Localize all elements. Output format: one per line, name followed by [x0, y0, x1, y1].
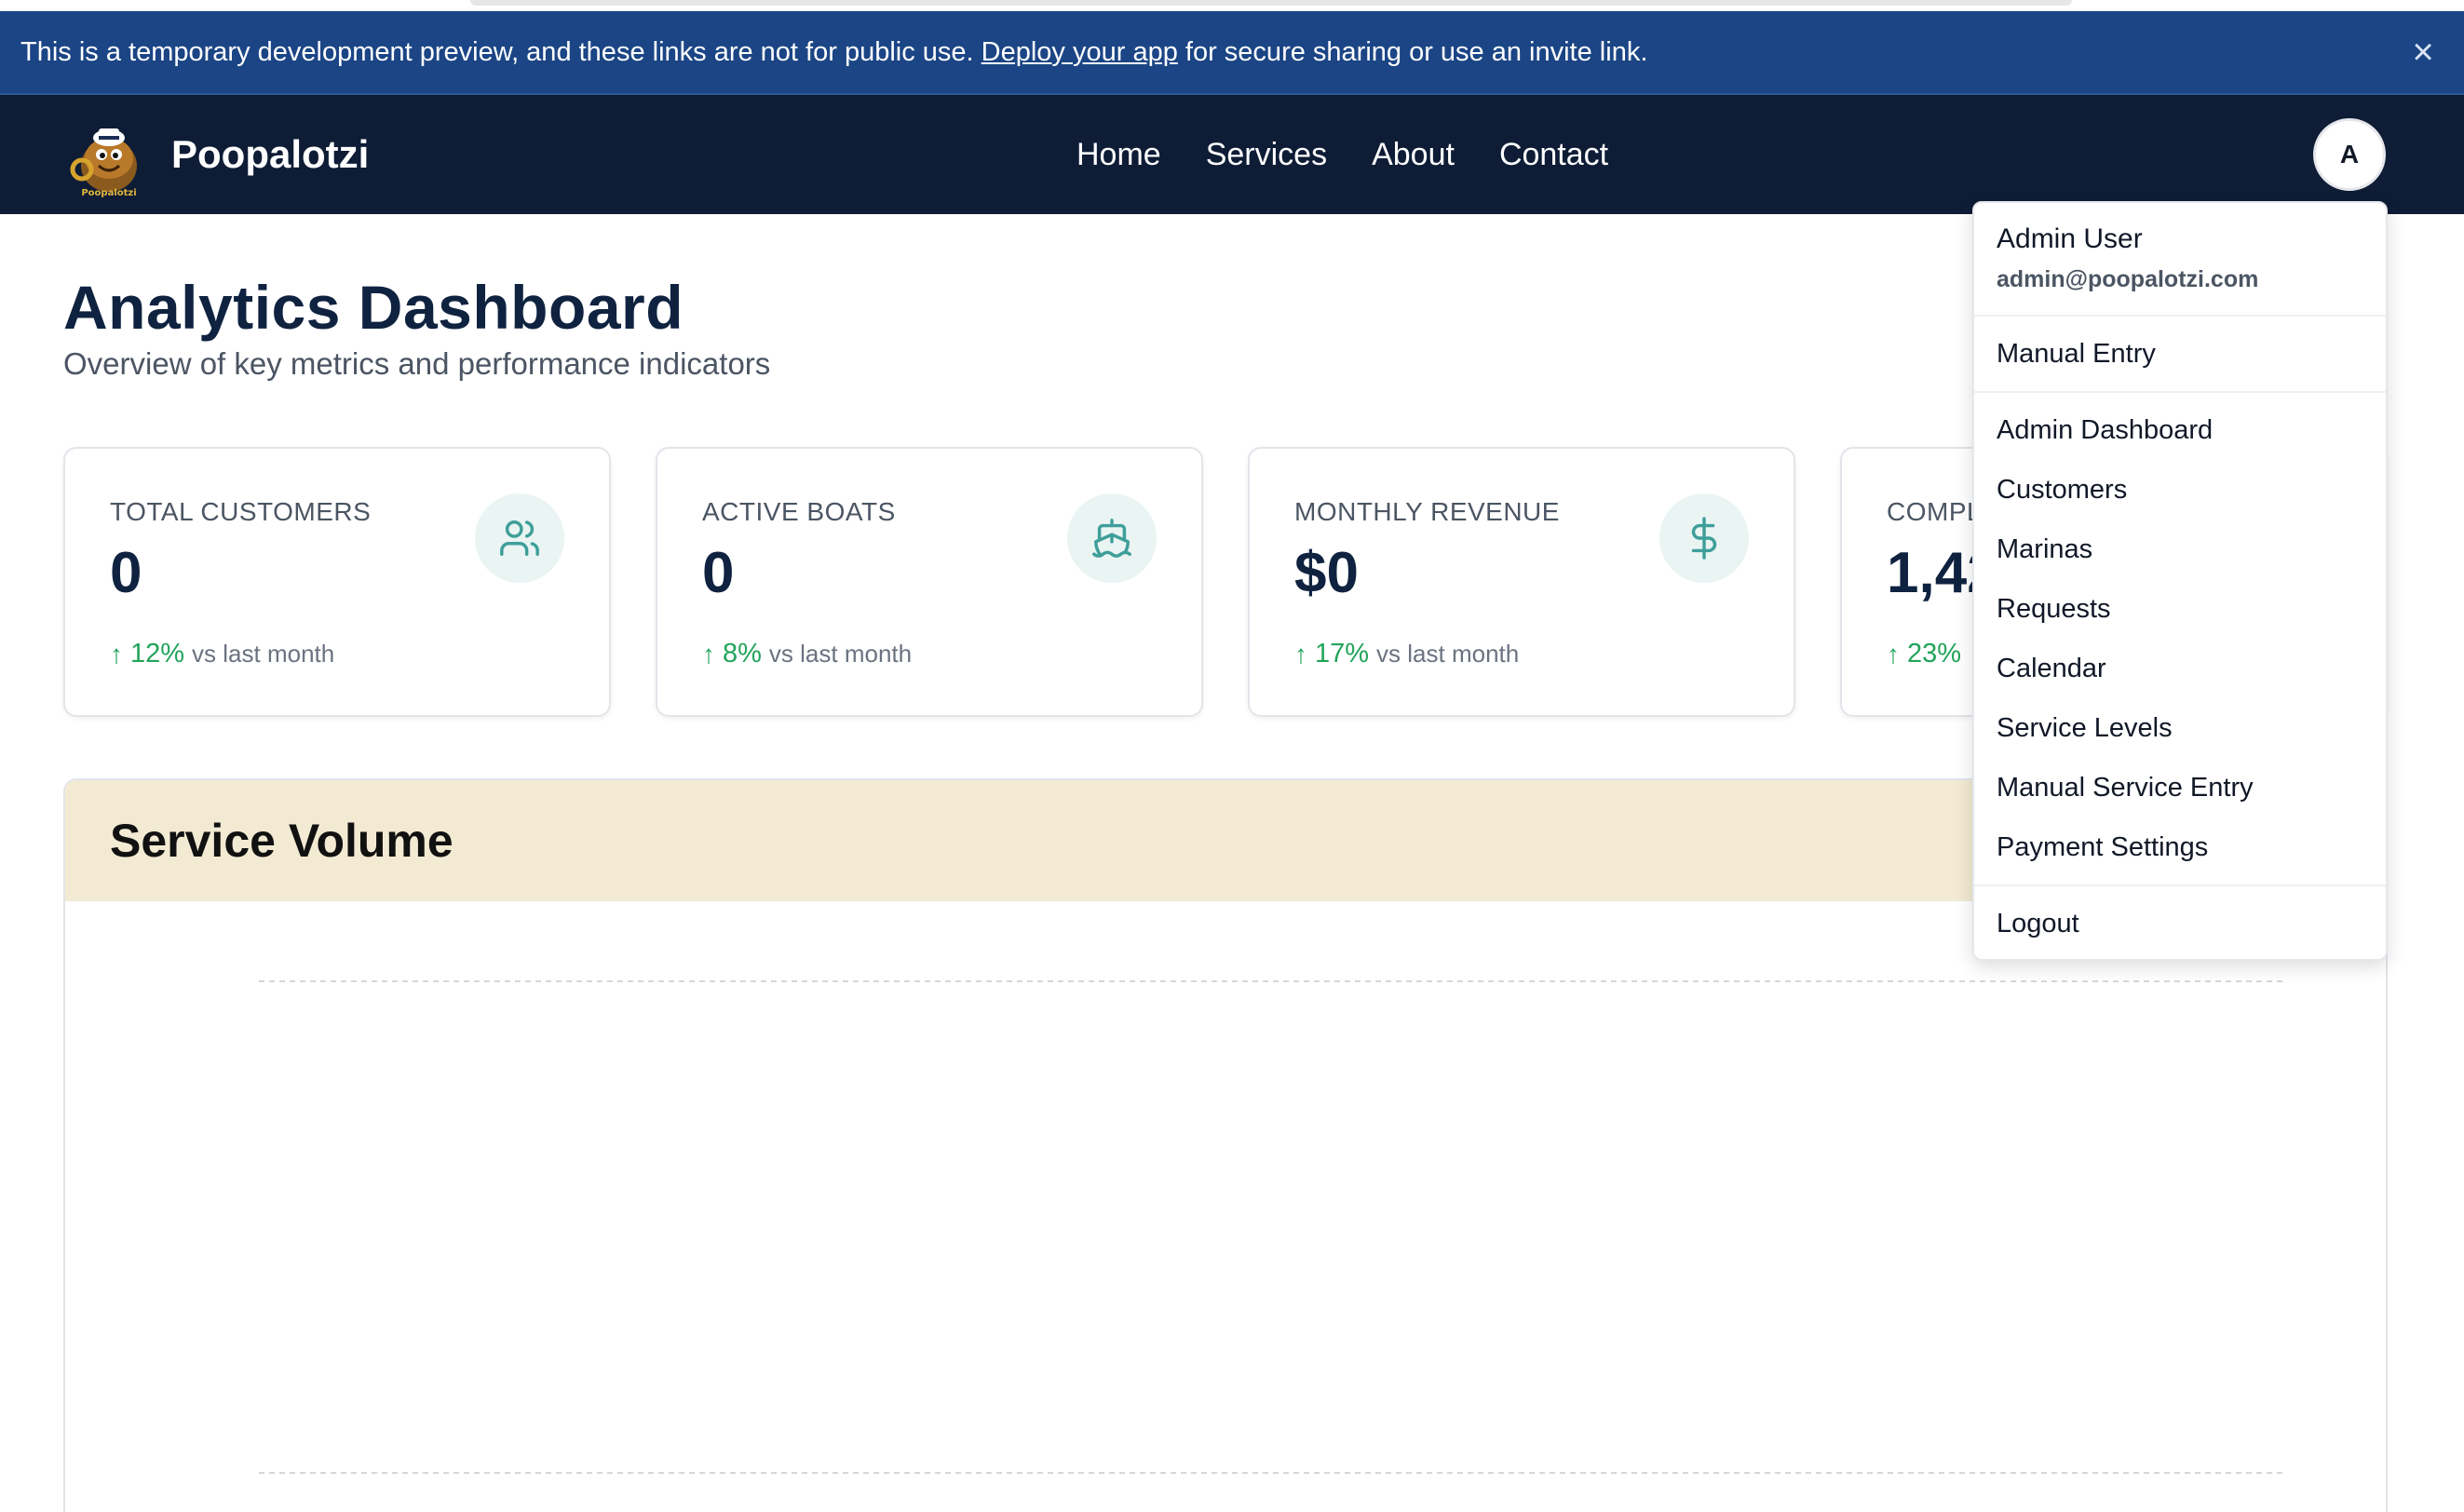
- main-nav: Home Services About Contact: [1076, 95, 1608, 214]
- menu-item-customers[interactable]: Customers: [1997, 475, 2127, 506]
- boat-icon: [1067, 493, 1157, 583]
- service-volume-chart: [259, 980, 2285, 1474]
- brand[interactable]: Poopalotzi Poopalotzi: [67, 110, 369, 199]
- stat-card-monthly-revenue: MONTHLY REVENUE $0 ↑ 17% vs last month: [1248, 447, 1795, 717]
- nav-services[interactable]: Services: [1206, 137, 1327, 173]
- trend-percent: 17%: [1315, 639, 1370, 668]
- dropdown-user-name: Admin User: [1997, 223, 2143, 254]
- top-navbar: Poopalotzi Poopalotzi Home Services Abou…: [0, 95, 2464, 214]
- stat-value: $0: [1294, 541, 1359, 605]
- nav-contact[interactable]: Contact: [1499, 137, 1608, 173]
- stat-label: TOTAL CUSTOMERS: [110, 497, 372, 526]
- menu-item-logout[interactable]: Logout: [1997, 909, 2079, 939]
- page-title: Analytics Dashboard: [63, 273, 684, 342]
- trend-percent: 23%: [1907, 639, 1962, 668]
- stat-value: 0: [702, 541, 735, 605]
- stat-card-total-customers: TOTAL CUSTOMERS 0 ↑ 12% vs last month: [63, 447, 611, 717]
- stat-trend: ↑ 8% vs last month: [702, 639, 912, 669]
- menu-item-calendar[interactable]: Calendar: [1997, 654, 2106, 684]
- arrow-up-icon: ↑: [702, 639, 715, 668]
- stat-label: COMPL: [1887, 497, 1983, 526]
- dev-preview-banner: This is a temporary development preview,…: [0, 11, 2464, 95]
- trend-text: vs last month: [192, 640, 335, 668]
- user-dropdown-menu: Admin User admin@poopalotzi.com Manual E…: [1972, 201, 2388, 961]
- stat-label: ACTIVE BOATS: [702, 497, 896, 526]
- menu-divider: [1974, 884, 2386, 886]
- logo-lettering: Poopalotzi: [81, 188, 136, 198]
- banner-text-before: This is a temporary development preview,…: [20, 36, 974, 67]
- users-icon: [475, 493, 564, 583]
- menu-divider: [1974, 315, 2386, 317]
- deploy-app-link[interactable]: Deploy your app: [982, 37, 1178, 68]
- stat-trend: ↑ 12% vs last month: [110, 639, 334, 669]
- menu-divider: [1974, 391, 2386, 393]
- stat-value: 0: [110, 541, 142, 605]
- menu-item-payment-settings[interactable]: Payment Settings: [1997, 832, 2208, 863]
- menu-item-requests[interactable]: Requests: [1997, 594, 2111, 625]
- menu-item-manual-service-entry[interactable]: Manual Service Entry: [1997, 773, 2254, 803]
- window-grip: [470, 0, 2072, 6]
- brand-logo: Poopalotzi: [67, 110, 151, 199]
- trend-percent: 12%: [130, 639, 185, 668]
- stat-card-active-boats: ACTIVE BOATS 0 ↑ 8% vs last month: [656, 447, 1203, 717]
- stat-label: MONTHLY REVENUE: [1294, 497, 1560, 526]
- arrow-up-icon: ↑: [1294, 639, 1307, 668]
- trend-text: vs last month: [1376, 640, 1520, 668]
- trend-text: vs last month: [768, 640, 913, 668]
- menu-item-admin-dashboard[interactable]: Admin Dashboard: [1997, 415, 2213, 446]
- arrow-up-icon: ↑: [110, 639, 123, 668]
- dropdown-user-email: admin@poopalotzi.com: [1997, 266, 2259, 292]
- nav-about[interactable]: About: [1372, 137, 1455, 173]
- nav-home[interactable]: Home: [1076, 137, 1161, 173]
- trend-percent: 8%: [723, 639, 762, 668]
- brand-name: Poopalotzi: [171, 132, 370, 176]
- menu-item-marinas[interactable]: Marinas: [1997, 534, 2092, 565]
- browser-top-edge: [0, 0, 2464, 11]
- page-subtitle: Overview of key metrics and performance …: [63, 346, 771, 381]
- arrow-up-icon: ↑: [1887, 639, 1900, 668]
- menu-item-service-levels[interactable]: Service Levels: [1997, 713, 2173, 744]
- close-icon[interactable]: ×: [2406, 32, 2440, 73]
- user-avatar-button[interactable]: A: [2313, 118, 2386, 191]
- menu-item-manual-entry[interactable]: Manual Entry: [1997, 339, 2156, 370]
- stat-trend: ↑ 17% vs last month: [1294, 639, 1519, 669]
- dollar-icon: [1659, 493, 1749, 583]
- stat-trend: ↑ 23%: [1887, 639, 1961, 669]
- banner-text-after: for secure sharing or use an invite link…: [1185, 36, 1648, 67]
